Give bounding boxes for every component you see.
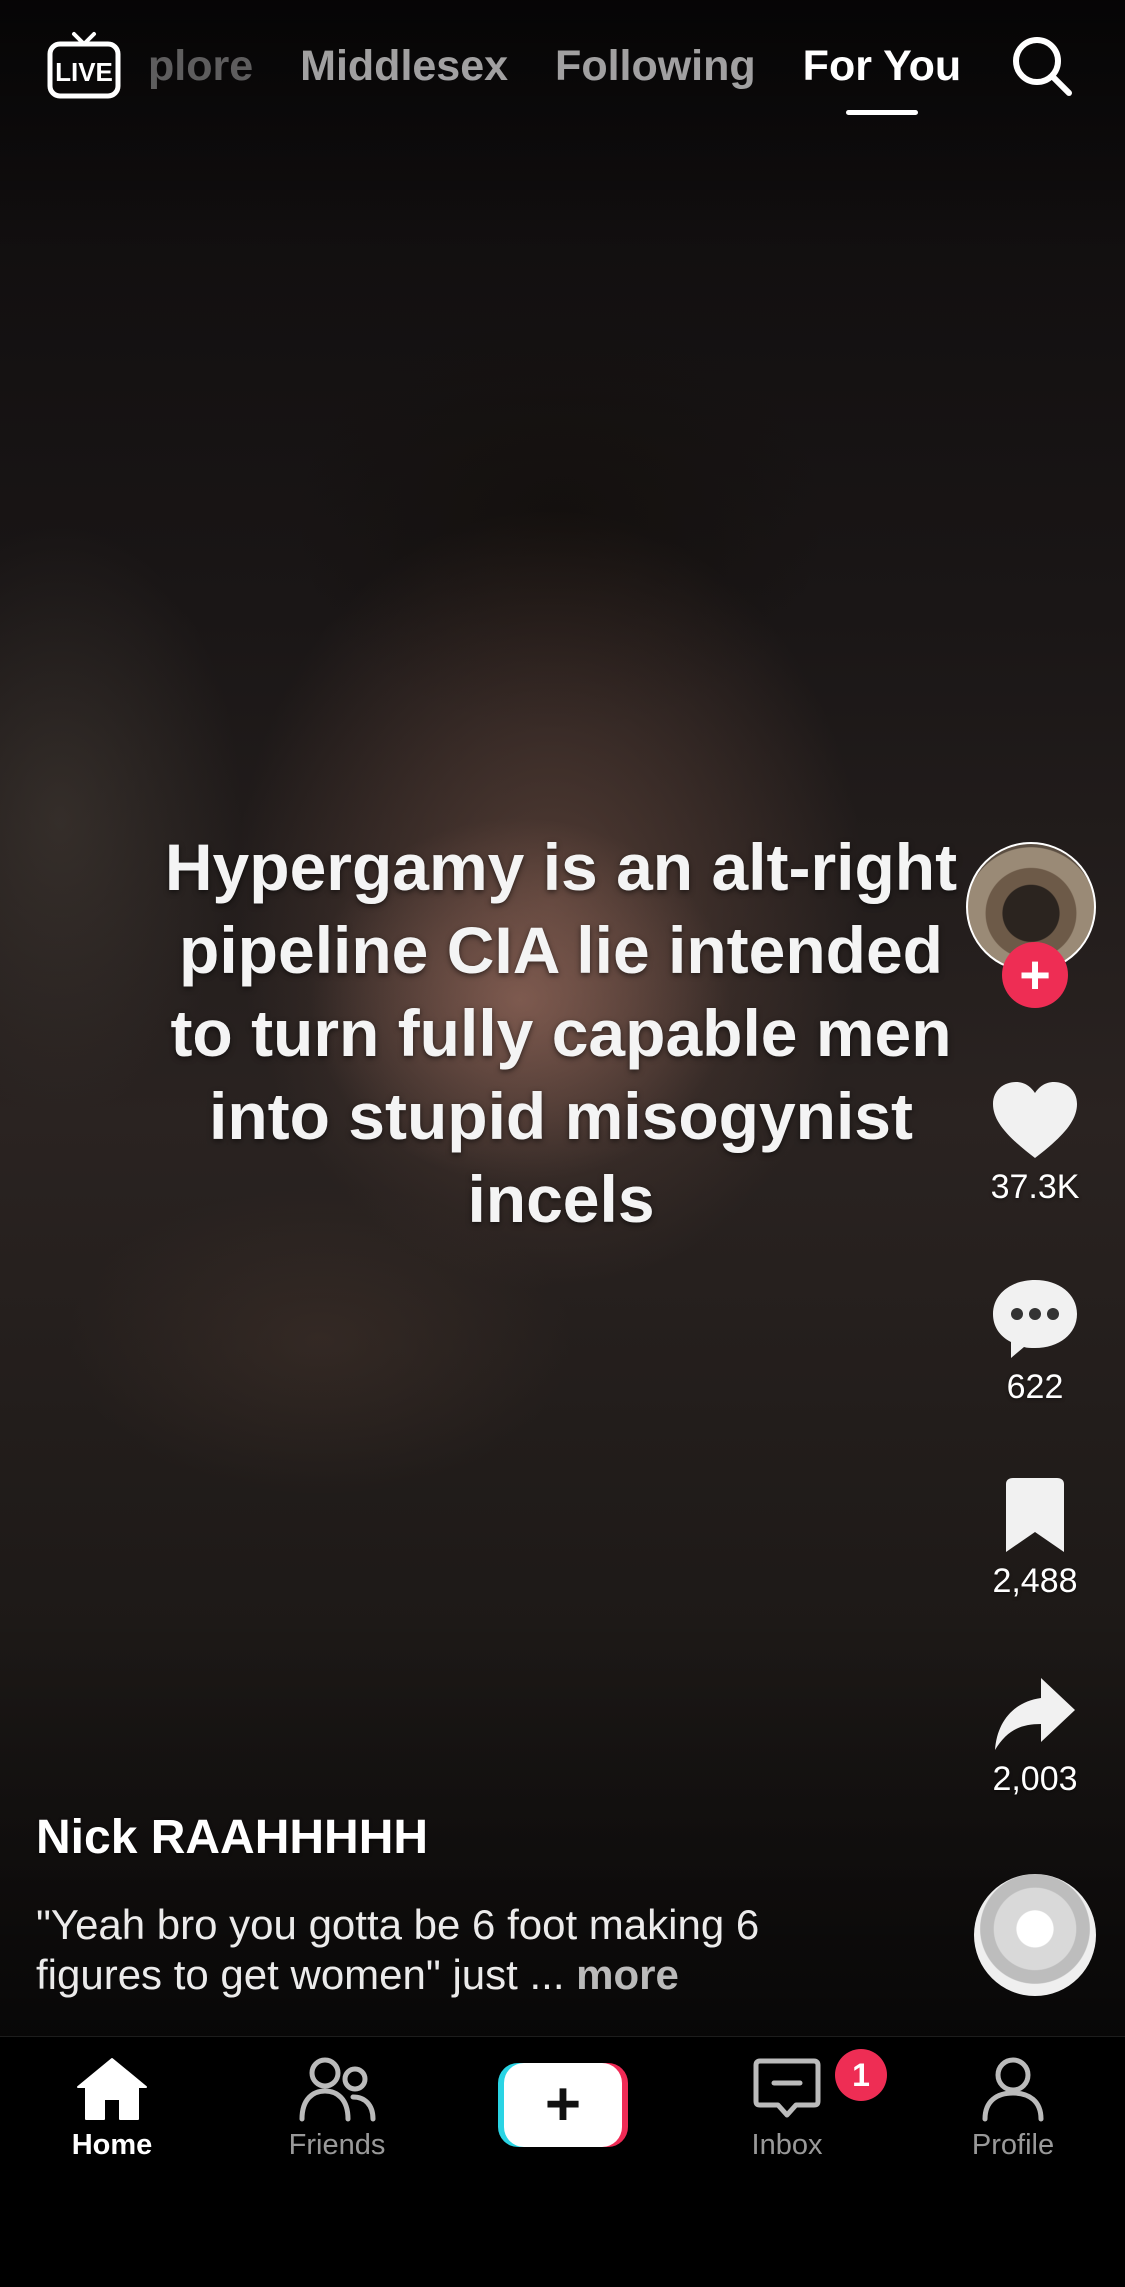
post-caption[interactable]: "Yeah bro you gotta be 6 foot making 6 f… [36, 1900, 836, 2000]
nav-profile[interactable]: Profile [933, 2055, 1093, 2162]
like-count: 37.3K [990, 1168, 1080, 1206]
create-icon: + [504, 2063, 622, 2147]
nav-friends-label: Friends [288, 2129, 386, 2161]
tab-for-you[interactable]: For You [803, 42, 961, 115]
svg-text:LIVE: LIVE [55, 57, 113, 87]
top-nav: LIVE plore Middlesex Following For You [0, 0, 1125, 140]
bookmark-button[interactable]: 2,488 [970, 1476, 1100, 1601]
follow-button[interactable]: + [1002, 942, 1068, 1008]
nav-inbox-label: Inbox [751, 2129, 823, 2161]
heart-icon [993, 1082, 1077, 1158]
home-icon [77, 2058, 147, 2120]
inbox-badge: 1 [835, 2049, 887, 2101]
caption-more-link[interactable]: more [576, 1951, 679, 1998]
plus-icon: + [1019, 945, 1051, 1005]
nav-home[interactable]: Home [32, 2055, 192, 2162]
bottom-nav: Home Friends + 1 Inbox Profile [0, 2036, 1125, 2287]
nav-inbox[interactable]: 1 Inbox [707, 2049, 887, 2162]
comment-count: 622 [1006, 1368, 1064, 1406]
tab-middlesex[interactable]: Middlesex [300, 42, 508, 91]
save-count: 2,488 [992, 1562, 1078, 1600]
like-button[interactable]: 37.3K [970, 1078, 1100, 1207]
sound-disc[interactable] [974, 1874, 1096, 1996]
live-icon[interactable]: LIVE [44, 30, 124, 102]
creator-avatar[interactable]: + [966, 842, 1100, 1008]
nav-home-label: Home [71, 2129, 153, 2161]
share-count: 2,003 [992, 1760, 1078, 1798]
feed-tabs: plore Middlesex Following For You [148, 36, 961, 115]
search-icon[interactable] [1010, 34, 1074, 98]
share-icon [995, 1678, 1075, 1750]
comment-button[interactable]: 622 [970, 1276, 1100, 1407]
nav-profile-label: Profile [971, 2129, 1055, 2161]
profile-icon [982, 2057, 1044, 2122]
video-overlay-text: Hypergamy is an alt-right pipeline CIA l… [164, 830, 958, 1236]
bookmark-icon [1006, 1478, 1064, 1552]
inbox-icon [753, 2058, 821, 2118]
nav-friends[interactable]: Friends [257, 2055, 417, 2162]
creator-username[interactable]: Nick RAAHHHHH [36, 1810, 428, 1865]
share-button[interactable]: 2,003 [970, 1674, 1100, 1799]
friends-icon [299, 2057, 376, 2122]
tab-explore[interactable]: plore [148, 42, 253, 91]
create-button[interactable]: + [498, 2063, 628, 2147]
comment-icon [993, 1280, 1077, 1358]
tab-following[interactable]: Following [555, 42, 756, 91]
